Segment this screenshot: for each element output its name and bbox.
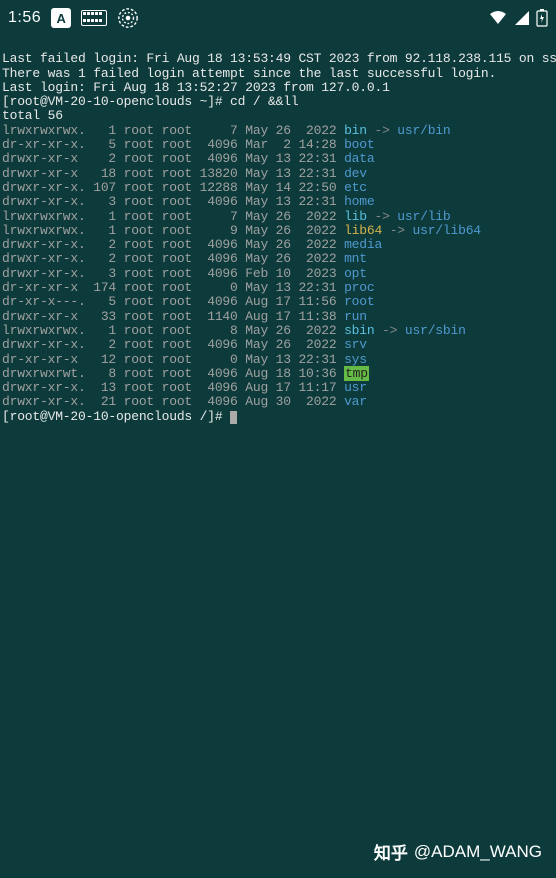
zhihu-logo-icon: 知乎 xyxy=(374,839,408,864)
list-item: dr-xr-xr-x. 5 root root 4096 Mar 2 14:28… xyxy=(2,138,554,152)
list-item: drwxr-xr-x. 3 root root 4096 Feb 10 2023… xyxy=(2,267,554,281)
login-failed-line: Last failed login: Fri Aug 18 13:53:49 C… xyxy=(2,51,556,66)
list-item: dr-xr-x---. 5 root root 4096 Aug 17 11:5… xyxy=(2,295,554,309)
list-item: dr-xr-xr-x 174 root root 0 May 13 22:31 … xyxy=(2,281,554,295)
list-item: lrwxrwxrwx. 1 root root 7 May 26 2022 bi… xyxy=(2,124,554,138)
list-item: drwxrwxrwt. 8 root root 4096 Aug 18 10:3… xyxy=(2,367,554,381)
list-item: drwxr-xr-x. 2 root root 4096 May 26 2022… xyxy=(2,338,554,352)
list-item: drwxr-xr-x 18 root root 13820 May 13 22:… xyxy=(2,167,554,181)
list-item: drwxr-xr-x 2 root root 4096 May 13 22:31… xyxy=(2,152,554,166)
signal-icon xyxy=(514,10,530,26)
list-item: drwxr-xr-x. 2 root root 4096 May 26 2022… xyxy=(2,252,554,266)
status-bar: 1:56 A xyxy=(0,0,556,36)
last-login-line: Last login: Fri Aug 18 13:52:27 2023 fro… xyxy=(2,80,390,95)
total-line: total 56 xyxy=(2,108,63,123)
spiral-icon xyxy=(117,7,139,29)
list-item: drwxr-xr-x. 107 root root 12288 May 14 2… xyxy=(2,181,554,195)
list-item: lrwxrwxrwx. 1 root root 8 May 26 2022 sb… xyxy=(2,324,554,338)
list-item: lrwxrwxrwx. 1 root root 7 May 26 2022 li… xyxy=(2,210,554,224)
watermark: 知乎 @ADAM_WANG xyxy=(374,839,542,864)
login-attempts-line: There was 1 failed login attempt since t… xyxy=(2,66,496,81)
prompt-line-2: [root@VM-20-10-openclouds /]# xyxy=(2,409,237,424)
wifi-icon xyxy=(488,10,508,26)
list-item: drwxr-xr-x 33 root root 1140 Aug 17 11:3… xyxy=(2,310,554,324)
prompt-line-1: [root@VM-20-10-openclouds ~]# cd / &&ll xyxy=(2,94,298,109)
input-mode-icon: A xyxy=(51,8,71,28)
list-item: dr-xr-xr-x 12 root root 0 May 13 22:31 s… xyxy=(2,353,554,367)
list-item: lrwxrwxrwx. 1 root root 9 May 26 2022 li… xyxy=(2,224,554,238)
status-left: 1:56 A xyxy=(8,7,139,29)
terminal-area[interactable]: Last failed login: Fri Aug 18 13:53:49 C… xyxy=(0,36,556,426)
list-item: drwxr-xr-x. 2 root root 4096 May 26 2022… xyxy=(2,238,554,252)
watermark-handle: @ADAM_WANG xyxy=(414,842,542,862)
clock: 1:56 xyxy=(8,9,41,27)
list-item: drwxr-xr-x. 13 root root 4096 Aug 17 11:… xyxy=(2,381,554,395)
status-right xyxy=(488,9,548,27)
cursor xyxy=(230,411,237,424)
keyboard-icon xyxy=(81,10,107,26)
file-listing: lrwxrwxrwx. 1 root root 7 May 26 2022 bi… xyxy=(2,124,554,410)
list-item: drwxr-xr-x. 3 root root 4096 May 13 22:3… xyxy=(2,195,554,209)
battery-icon xyxy=(536,9,548,27)
list-item: drwxr-xr-x. 21 root root 4096 Aug 30 202… xyxy=(2,395,554,409)
